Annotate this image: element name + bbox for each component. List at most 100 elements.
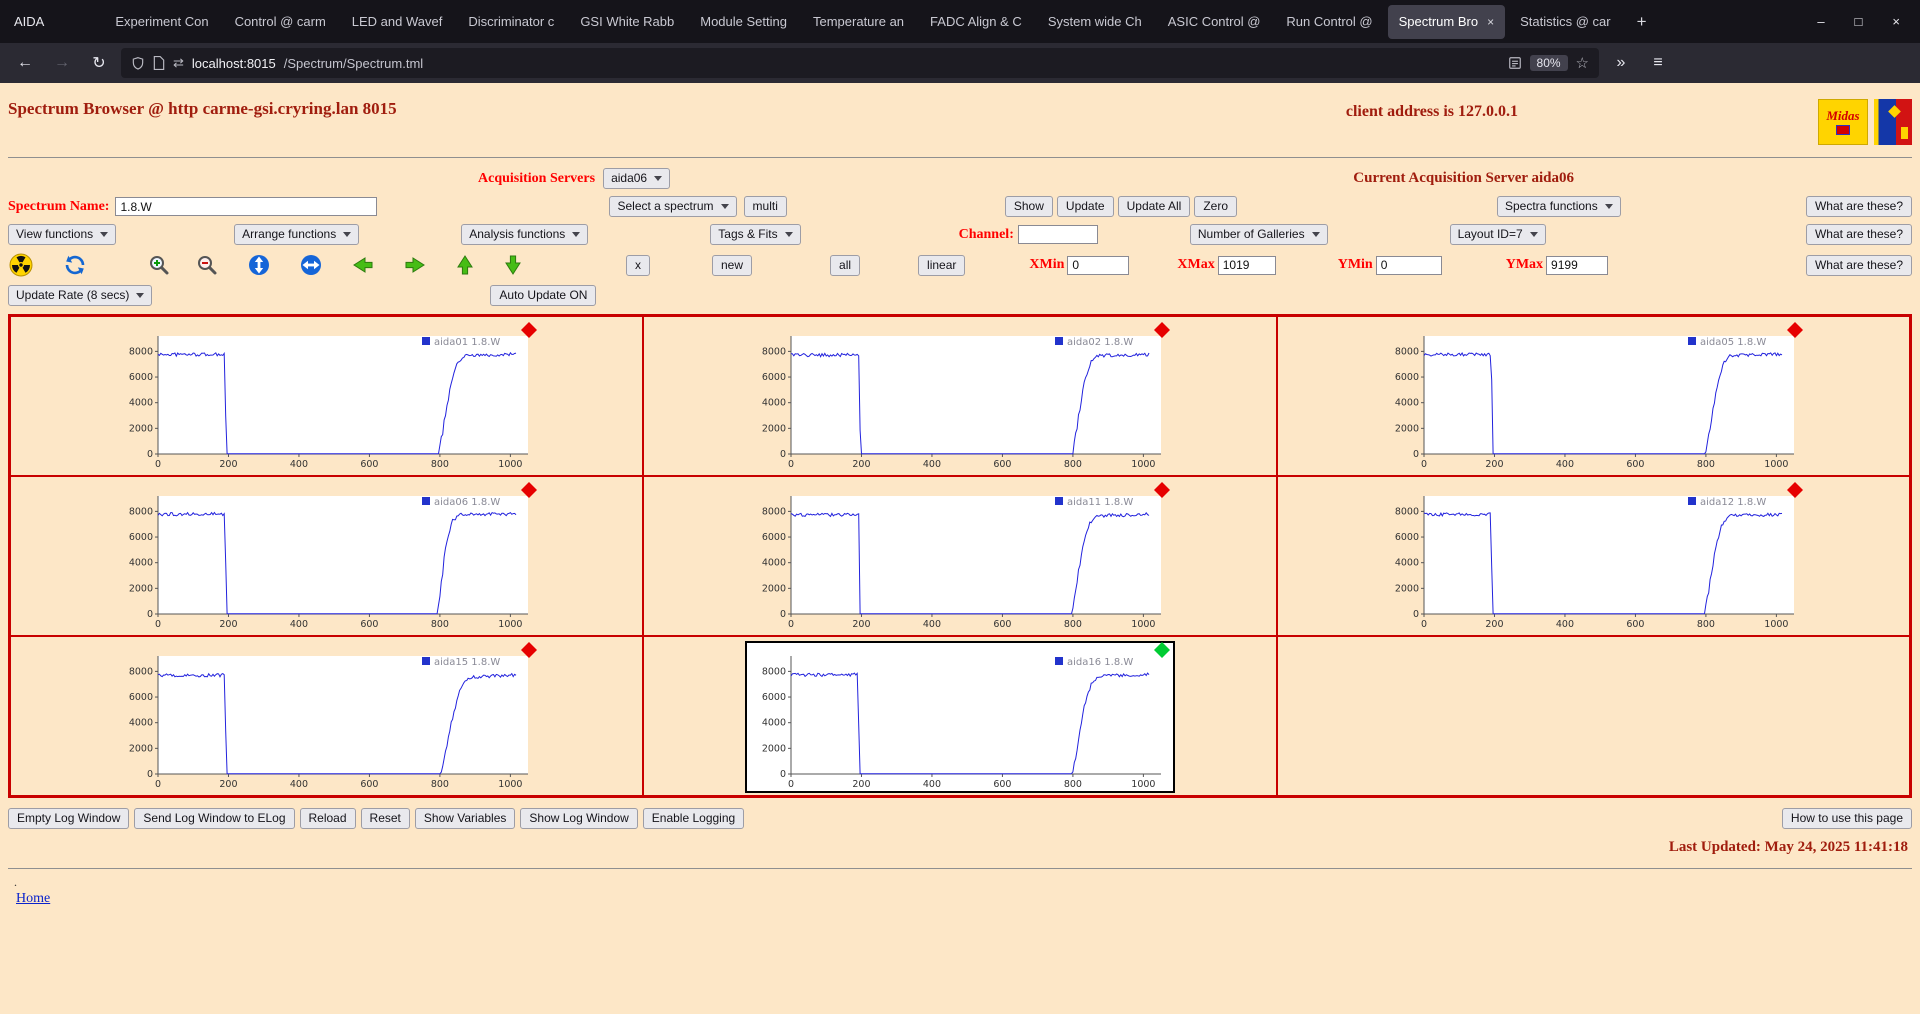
back-button[interactable]: ← xyxy=(10,49,40,77)
new-button[interactable]: new xyxy=(712,254,753,276)
maximize-button[interactable]: □ xyxy=(1855,14,1863,29)
analysis-functions-dropdown[interactable]: Analysis functions xyxy=(461,224,589,245)
browser-tab[interactable]: ASIC Control @ xyxy=(1157,5,1272,39)
new-tab-button[interactable]: + xyxy=(1628,8,1656,36)
url-bar[interactable]: ⇄ localhost:8015/Spectrum/Spectrum.tml 8… xyxy=(121,48,1599,78)
what-are-these-button-3[interactable]: What are these? xyxy=(1805,254,1912,276)
spectrum-plot-aida16[interactable]: 0 200 400 600 800 1000 0 2000 4000 6000 8000 aida16… xyxy=(744,641,1175,793)
browser-tab[interactable]: FADC Align & C xyxy=(919,5,1033,39)
zero-button[interactable]: Zero xyxy=(1194,196,1237,217)
spectrum-plot-aida05[interactable]: 0 200 400 600 800 1000 0 2000 4000 6000 8000 aida05… xyxy=(1378,321,1808,473)
green-arrow-right-icon[interactable] xyxy=(402,252,428,278)
browser-tab[interactable]: Module Setting xyxy=(689,5,798,39)
browser-tab[interactable]: Spectrum Bro × xyxy=(1387,4,1506,39)
select-spectrum-dropdown[interactable]: Select a spectrum xyxy=(609,196,737,217)
tab-close-icon[interactable]: × xyxy=(1487,15,1494,29)
status-diamond-icon xyxy=(1153,482,1170,498)
channel-input[interactable] xyxy=(1017,225,1098,244)
home-link[interactable]: Home xyxy=(16,891,50,907)
browser-tab[interactable]: Control @ carm xyxy=(224,5,337,39)
spectrum-chart[interactable]: 0 200 400 600 800 1000 0 2000 4000 6000 8000 aida06… xyxy=(112,481,542,633)
gallery-cell: 0 200 400 600 800 1000 0 2000 4000 6000 8000 aida05… xyxy=(1276,316,1910,476)
browser-tab[interactable]: Run Control @ xyxy=(1275,5,1383,39)
show-log-window-button[interactable]: Show Log Window xyxy=(520,808,638,829)
browser-tab[interactable]: Discriminator c xyxy=(457,5,565,39)
spectrum-plot-aida15[interactable]: 0 200 400 600 800 1000 0 2000 4000 6000 8000 aida15… xyxy=(112,641,542,793)
tags-fits-dropdown[interactable]: Tags & Fits xyxy=(710,224,801,245)
x-button[interactable]: x xyxy=(626,254,650,276)
spectrum-plot-aida12[interactable]: 0 200 400 600 800 1000 0 2000 4000 6000 8000 aida12… xyxy=(1378,481,1808,633)
browser-tab[interactable]: GSI White Rabb xyxy=(569,5,685,39)
update-rate-dropdown[interactable]: Update Rate (8 secs) xyxy=(8,285,153,306)
how-to-use-button[interactable]: How to use this page xyxy=(1781,808,1912,829)
bookmark-star-icon[interactable]: ☆ xyxy=(1576,54,1589,72)
browser-tab[interactable]: LED and Wavef xyxy=(341,5,454,39)
zoom-level-badge[interactable]: 80% xyxy=(1529,55,1568,71)
green-arrow-left-icon[interactable] xyxy=(350,252,376,278)
browser-tab[interactable]: Experiment Con xyxy=(104,5,219,39)
overflow-chevrons-icon[interactable]: » xyxy=(1606,49,1636,77)
svg-text:0: 0 xyxy=(788,619,794,630)
spectra-functions-dropdown[interactable]: Spectra functions xyxy=(1497,196,1621,217)
spectrum-plot-aida11[interactable]: 0 200 400 600 800 1000 0 2000 4000 6000 8000 aida11… xyxy=(745,481,1175,633)
reload-button[interactable]: ↻ xyxy=(84,49,114,77)
radiation-icon[interactable] xyxy=(8,252,34,278)
spectrum-chart[interactable]: 0 200 400 600 800 1000 0 2000 4000 6000 8000 aida02… xyxy=(745,321,1175,473)
browser-tab[interactable]: Temperature an xyxy=(802,5,915,39)
what-are-these-button-1[interactable]: What are these? xyxy=(1805,196,1912,217)
spectrum-chart[interactable]: 0 200 400 600 800 1000 0 2000 4000 6000 8000 aida16… xyxy=(744,641,1175,793)
empty-log-window-button[interactable]: Empty Log Window xyxy=(8,808,130,829)
spectrum-chart[interactable]: 0 200 400 600 800 1000 0 2000 4000 6000 8000 aida15… xyxy=(112,641,542,793)
spectrum-plot-aida02[interactable]: 0 200 400 600 800 1000 0 2000 4000 6000 8000 aida02… xyxy=(745,321,1175,473)
number-of-galleries-dropdown[interactable]: Number of Galleries xyxy=(1189,224,1328,245)
what-are-these-button-2[interactable]: What are these? xyxy=(1805,224,1912,245)
legend-swatch xyxy=(1688,337,1697,345)
page-info-icon[interactable] xyxy=(153,56,165,70)
linear-button[interactable]: linear xyxy=(918,254,966,276)
spectrum-name-input[interactable] xyxy=(115,197,378,216)
update-all-button[interactable]: Update All xyxy=(1117,196,1191,217)
double-arrow-horizontal-icon[interactable] xyxy=(298,252,324,278)
refresh-arrows-icon[interactable] xyxy=(62,252,88,278)
zoom-in-magnifier-icon[interactable] xyxy=(146,252,172,278)
arrange-functions-dropdown[interactable]: Arrange functions xyxy=(234,224,360,245)
auto-update-button[interactable]: Auto Update ON xyxy=(490,285,597,306)
update-button[interactable]: Update xyxy=(1056,196,1114,217)
spectrum-plot-aida01[interactable]: 0 200 400 600 800 1000 0 2000 4000 6000 8000 aida01… xyxy=(112,321,542,473)
reload-page-button[interactable]: Reload xyxy=(299,808,356,829)
xmin-input[interactable] xyxy=(1067,255,1130,275)
double-arrow-vertical-icon[interactable] xyxy=(246,252,272,278)
spectrum-plot-aida06[interactable]: 0 200 400 600 800 1000 0 2000 4000 6000 8000 aida06… xyxy=(112,481,542,633)
minimize-button[interactable]: – xyxy=(1817,14,1824,29)
forward-button[interactable]: → xyxy=(47,49,77,77)
chevron-down-icon xyxy=(572,232,581,237)
green-arrow-up-icon[interactable] xyxy=(452,252,478,278)
menu-hamburger-icon[interactable]: ≡ xyxy=(1643,49,1673,77)
all-button[interactable]: all xyxy=(830,254,861,276)
spectrum-chart[interactable]: 0 200 400 600 800 1000 0 2000 4000 6000 8000 aida05… xyxy=(1378,321,1808,473)
svg-text:2000: 2000 xyxy=(762,583,786,594)
green-arrow-down-icon[interactable] xyxy=(500,252,526,278)
reader-mode-icon[interactable] xyxy=(1508,56,1522,70)
xmax-input[interactable] xyxy=(1217,255,1276,275)
enable-logging-button[interactable]: Enable Logging xyxy=(642,808,745,829)
ymin-input[interactable] xyxy=(1375,255,1442,275)
zoom-out-magnifier-icon[interactable] xyxy=(194,252,220,278)
spectrum-chart[interactable]: 0 200 400 600 800 1000 0 2000 4000 6000 8000 aida12… xyxy=(1378,481,1808,633)
reset-button[interactable]: Reset xyxy=(360,808,410,829)
close-button[interactable]: × xyxy=(1892,14,1900,29)
shield-icon[interactable] xyxy=(131,56,145,71)
browser-tab[interactable]: Statistics @ car xyxy=(1509,5,1622,39)
send-log-to-elog-button[interactable]: Send Log Window to ELog xyxy=(134,808,295,829)
ymax-input[interactable] xyxy=(1546,255,1609,275)
layout-id-dropdown[interactable]: Layout ID=7 xyxy=(1449,224,1546,245)
multi-button[interactable]: multi xyxy=(743,196,787,217)
show-button[interactable]: Show xyxy=(1004,196,1053,217)
browser-tab[interactable]: System wide Ch xyxy=(1037,5,1153,39)
spectrum-chart[interactable]: 0 200 400 600 800 1000 0 2000 4000 6000 8000 aida01… xyxy=(112,321,542,473)
spectrum-chart[interactable]: 0 200 400 600 800 1000 0 2000 4000 6000 8000 aida11… xyxy=(745,481,1175,633)
show-variables-button[interactable]: Show Variables xyxy=(414,808,516,829)
xmax-label: XMax xyxy=(1177,257,1215,272)
acquisition-server-select[interactable]: aida06 xyxy=(603,168,671,189)
view-functions-dropdown[interactable]: View functions xyxy=(8,224,117,245)
